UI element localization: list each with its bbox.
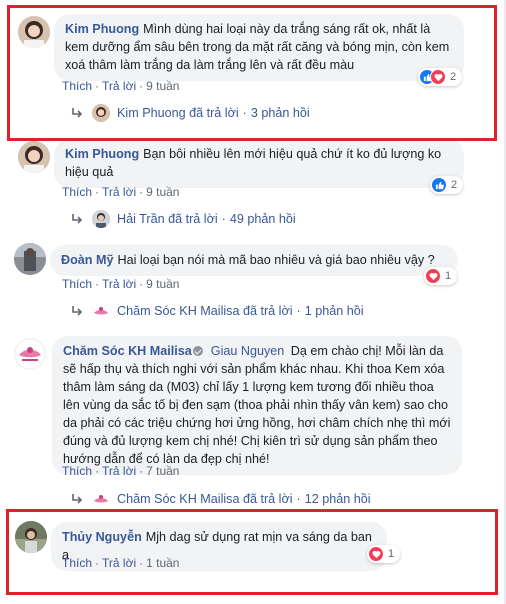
comment-time[interactable]: 7 tuần <box>146 464 179 478</box>
comment-actions: Thích · Trả lời · 9 tuần <box>62 185 180 199</box>
comment-author[interactable]: Chăm Sóc KH Mailisa <box>63 344 207 358</box>
like-link[interactable]: Thích <box>62 277 92 291</box>
comment-author[interactable]: Kim Phuong <box>65 147 139 161</box>
replied-text: đã trả lời <box>242 304 293 318</box>
replied-text: đã trả lời <box>168 212 218 226</box>
verified-badge-icon <box>192 346 203 356</box>
reply-link[interactable]: Trả lời <box>102 185 136 199</box>
reply-author: Chăm Sóc KH Mailisa <box>117 492 240 506</box>
reply-arrow-icon <box>72 494 83 504</box>
comment-time[interactable]: 9 tuần <box>146 277 179 291</box>
reply-count: 1 phản hồi <box>304 304 364 318</box>
reply-count: 49 phản hồi <box>229 212 296 226</box>
reply-author: Chăm Sóc KH Mailisa <box>117 304 240 318</box>
reply-avatar <box>92 210 110 228</box>
reply-arrow-icon <box>72 214 83 224</box>
avatar[interactable] <box>14 338 46 370</box>
replies-link[interactable]: Hải Trần đã trả lời · 49 phản hồi <box>70 210 296 228</box>
avatar[interactable] <box>18 141 50 173</box>
reply-avatar <box>92 302 110 320</box>
reaction-count: 2 <box>451 179 458 191</box>
comment-actions: Thích · Trả lời · 9 tuần <box>62 277 180 291</box>
like-link[interactable]: Thích <box>62 185 92 199</box>
love-icon <box>425 268 441 284</box>
comment-actions: Thích · Trả lời · 7 tuần <box>62 464 180 478</box>
highlight-box <box>6 509 498 595</box>
comment-bubble: Đoàn Mỹ Hai loại bạn nói mà mã bao nhiêu … <box>50 245 458 276</box>
reply-link[interactable]: Trả lời <box>102 277 136 291</box>
comment-text: Dạ em chào chị! Mỗi làn da sẽ hấp thụ và… <box>63 344 451 466</box>
comment-author[interactable]: Đoàn Mỹ <box>61 253 113 267</box>
reply-count: 12 phản hồi <box>304 492 371 506</box>
replied-text: đã trả lời <box>242 492 293 506</box>
avatar[interactable] <box>14 243 46 275</box>
comment-text: Hai loại bạn nói mà mã bao nhiêu và giá … <box>117 253 435 267</box>
replies-link[interactable]: Chăm Sóc KH Mailisa đã trả lời · 1 phản hồ… <box>70 302 364 320</box>
reply-link[interactable]: Trả lời <box>102 464 136 478</box>
reply-author: Hải Trần <box>117 212 165 226</box>
tagged-user[interactable]: Giau Nguyen <box>211 344 285 358</box>
like-link[interactable]: Thích <box>62 464 92 478</box>
reaction-summary[interactable]: 1 <box>424 267 458 285</box>
comment-time[interactable]: 9 tuần <box>146 185 179 199</box>
comment-bubble: Chăm Sóc KH Mailisa Giau Nguyen Dạ em chà… <box>52 336 462 475</box>
highlight-box <box>7 5 497 141</box>
reaction-summary[interactable]: 2 <box>430 176 464 194</box>
reply-arrow-icon <box>72 306 83 316</box>
comment-bubble: Kim Phuong Bạn bôi nhiều lên mới hiệu quả… <box>54 139 464 188</box>
like-icon <box>431 177 447 193</box>
reaction-count: 1 <box>445 270 452 282</box>
reply-avatar <box>92 490 110 508</box>
replies-link[interactable]: Chăm Sóc KH Mailisa đã trả lời · 12 phản h… <box>70 490 371 508</box>
